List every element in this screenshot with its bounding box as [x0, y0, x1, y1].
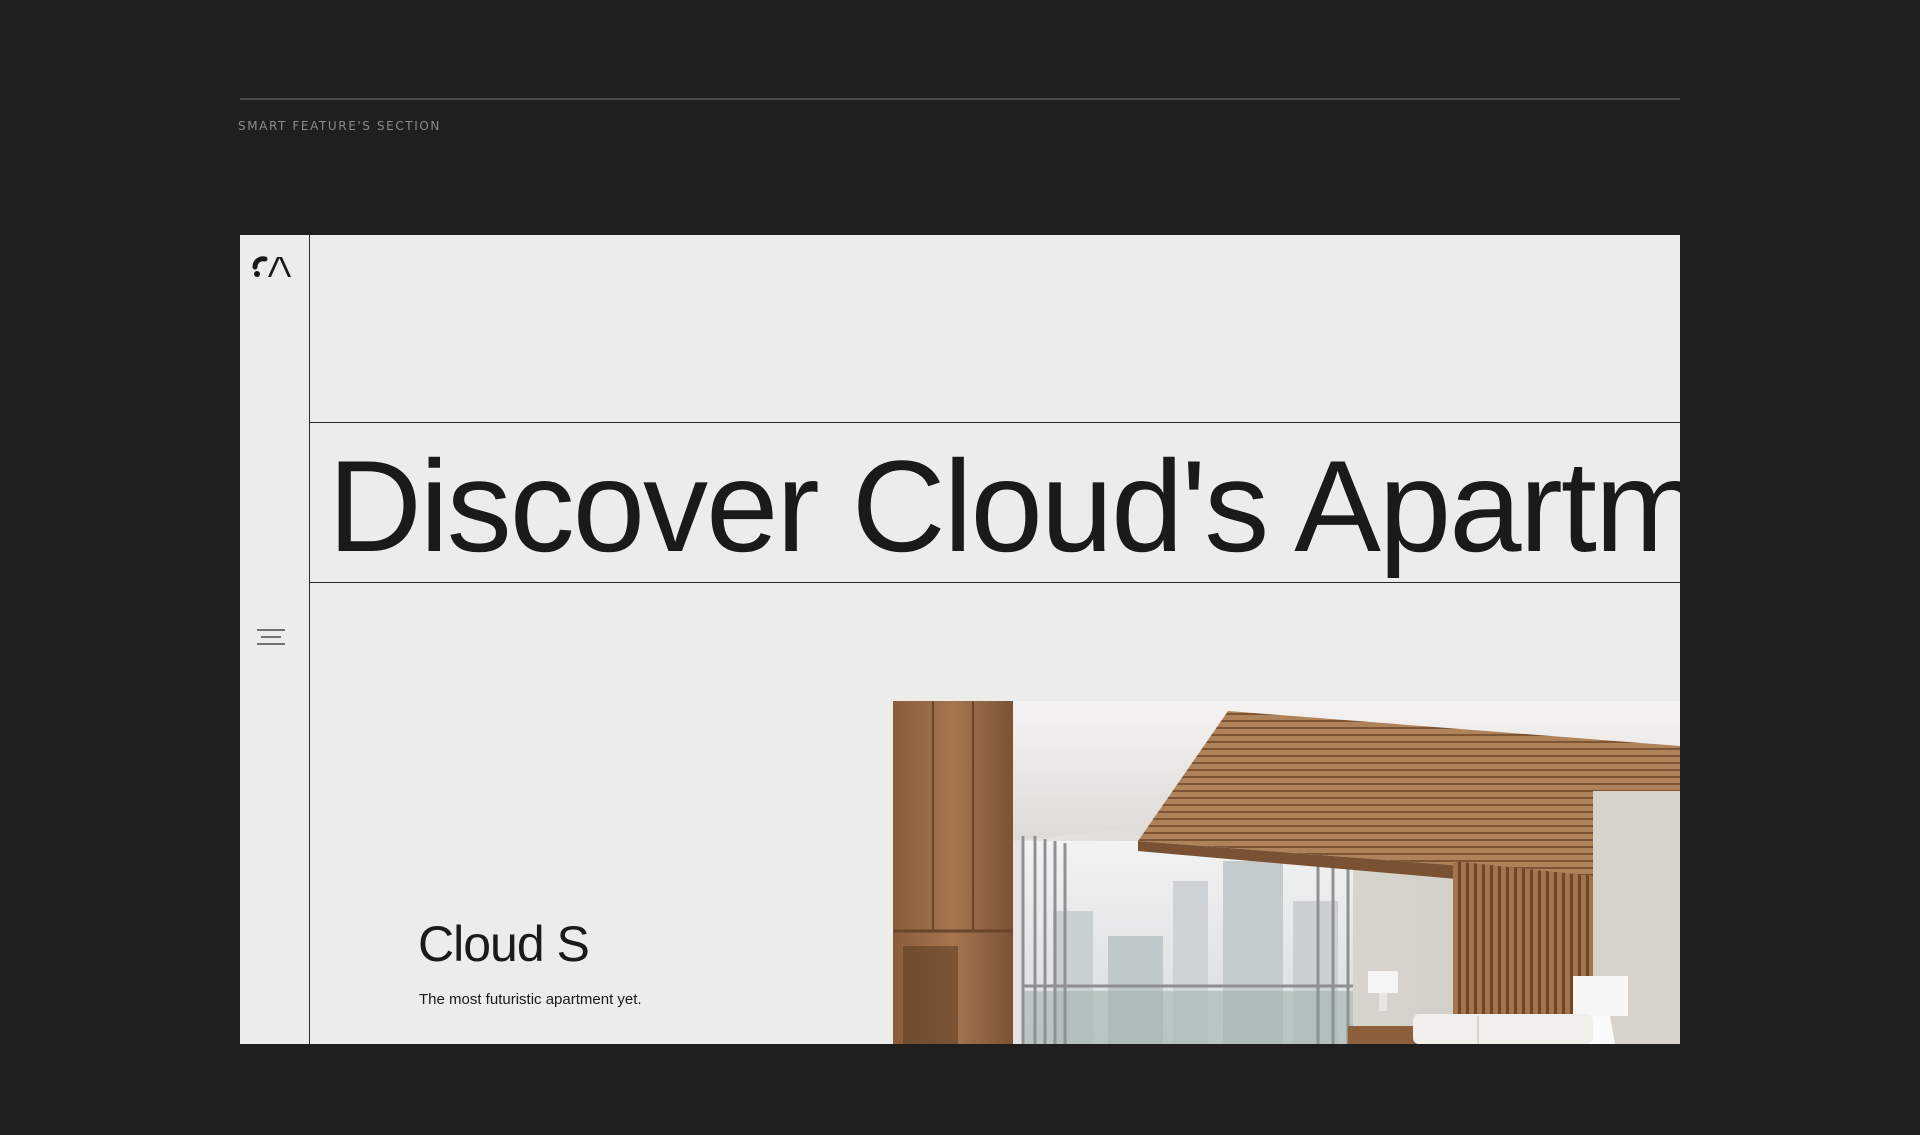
hamburger-menu-icon[interactable] [256, 626, 286, 648]
apartment-interior-photo [893, 701, 1680, 1044]
headline-top-rule [310, 422, 1680, 423]
interior-illustration [893, 701, 1680, 1044]
cloud-logo-icon[interactable] [252, 253, 296, 279]
hero-headline: Discover Cloud's Apartme [328, 433, 1680, 579]
top-divider [240, 98, 1680, 100]
headline-bottom-rule [310, 582, 1680, 583]
section-label: SMART FEATURE'S SECTION [238, 119, 441, 133]
product-title: Cloud S [418, 916, 590, 972]
left-rail [240, 235, 310, 1044]
product-tagline: The most futuristic apartment yet. [419, 991, 642, 1008]
website-preview-frame: Discover Cloud's Apartme Cloud S The mos… [240, 235, 1680, 1044]
